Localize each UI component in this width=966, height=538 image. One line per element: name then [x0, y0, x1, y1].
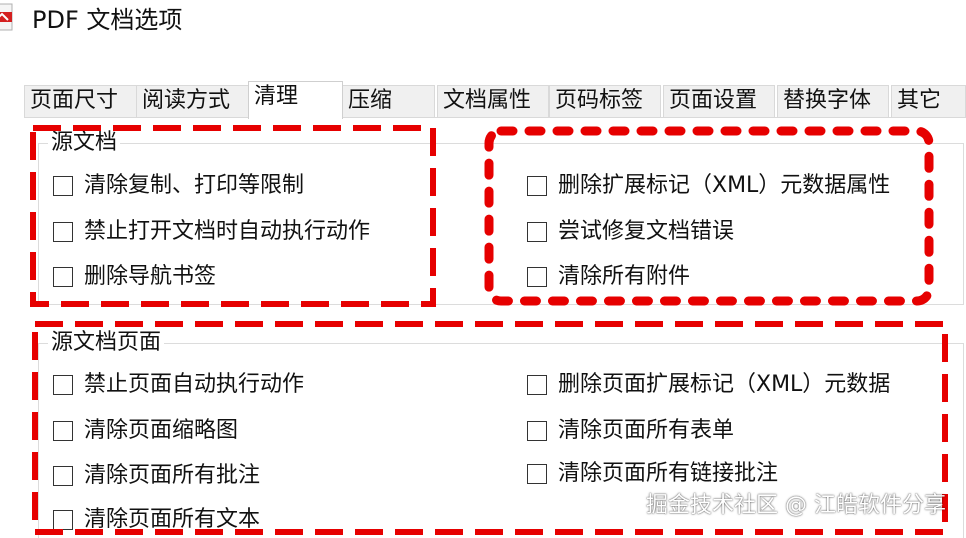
source-pages-title: 源文档页面 — [48, 329, 165, 357]
checkbox[interactable] — [527, 222, 547, 242]
checkbox[interactable] — [53, 466, 73, 486]
tab-other[interactable]: 其它 — [891, 85, 966, 117]
tab-cleanup[interactable]: 清理 — [248, 81, 343, 119]
tab-label: 文档属性 — [443, 88, 532, 113]
tab-label: 其它 — [897, 88, 942, 113]
tab-page-labels[interactable]: 页码标签 — [549, 85, 661, 117]
option-label: 删除扩展标记（XML）元数据属性 — [558, 173, 891, 198]
option-label: 删除导航书签 — [84, 264, 217, 289]
tab-strip: 页面尺寸 阅读方式 清理 压缩 文档属性 页码标签 页面设置 替换字体 其它 — [0, 81, 966, 119]
tab-compress[interactable]: 压缩 — [342, 85, 435, 117]
checkbox[interactable] — [53, 222, 73, 242]
tab-label: 阅读方式 — [142, 88, 231, 113]
option-label: 清除页面所有链接批注 — [558, 461, 779, 486]
tab-page-size[interactable]: 页面尺寸 — [24, 85, 137, 117]
checkbox[interactable] — [527, 375, 547, 395]
checkbox[interactable] — [527, 267, 547, 287]
window-title: PDF 文档选项 — [32, 6, 183, 34]
checkbox[interactable] — [527, 176, 547, 196]
option-label: 清除所有附件 — [558, 264, 691, 289]
watermark-text: 掘金技术社区 @ 江皓软件分享 — [646, 493, 946, 518]
option-label: 禁止打开文档时自动执行动作 — [84, 219, 371, 244]
option-label: 清除页面所有批注 — [84, 463, 261, 488]
tab-label: 替换字体 — [783, 88, 872, 113]
option-label: 删除页面扩展标记（XML）元数据 — [558, 372, 891, 397]
tab-replace-fonts[interactable]: 替换字体 — [777, 85, 889, 117]
checkbox[interactable] — [53, 267, 73, 287]
checkbox[interactable] — [527, 464, 547, 484]
pdf-options-dialog: PDF 文档选项 页面尺寸 阅读方式 清理 压缩 文档属性 页码标签 页面设置 … — [0, 0, 966, 538]
tab-label: 清理 — [254, 84, 299, 109]
tab-label: 页面尺寸 — [30, 88, 119, 113]
tab-panel-border — [24, 117, 966, 118]
option-label: 禁止页面自动执行动作 — [84, 372, 305, 397]
tab-label: 页面设置 — [669, 88, 758, 113]
option-label: 清除复制、打印等限制 — [84, 173, 305, 198]
tab-page-setup[interactable]: 页面设置 — [663, 85, 775, 117]
option-label: 清除页面所有文本 — [84, 507, 261, 532]
checkbox[interactable] — [53, 375, 73, 395]
checkbox[interactable] — [53, 176, 73, 196]
tab-label: 页码标签 — [555, 88, 644, 113]
pdf-app-icon — [0, 3, 13, 31]
tab-document-properties[interactable]: 文档属性 — [437, 85, 549, 117]
checkbox[interactable] — [527, 421, 547, 441]
tab-label: 压缩 — [348, 88, 393, 113]
option-label: 清除页面缩略图 — [84, 418, 239, 443]
option-label: 清除页面所有表单 — [558, 418, 735, 443]
tab-reading-mode[interactable]: 阅读方式 — [136, 85, 249, 117]
source-document-title: 源文档 — [48, 129, 121, 157]
title-bar: PDF 文档选项 — [0, 0, 966, 44]
option-label: 尝试修复文档错误 — [558, 219, 735, 244]
checkbox[interactable] — [53, 421, 73, 441]
checkbox[interactable] — [53, 510, 73, 530]
